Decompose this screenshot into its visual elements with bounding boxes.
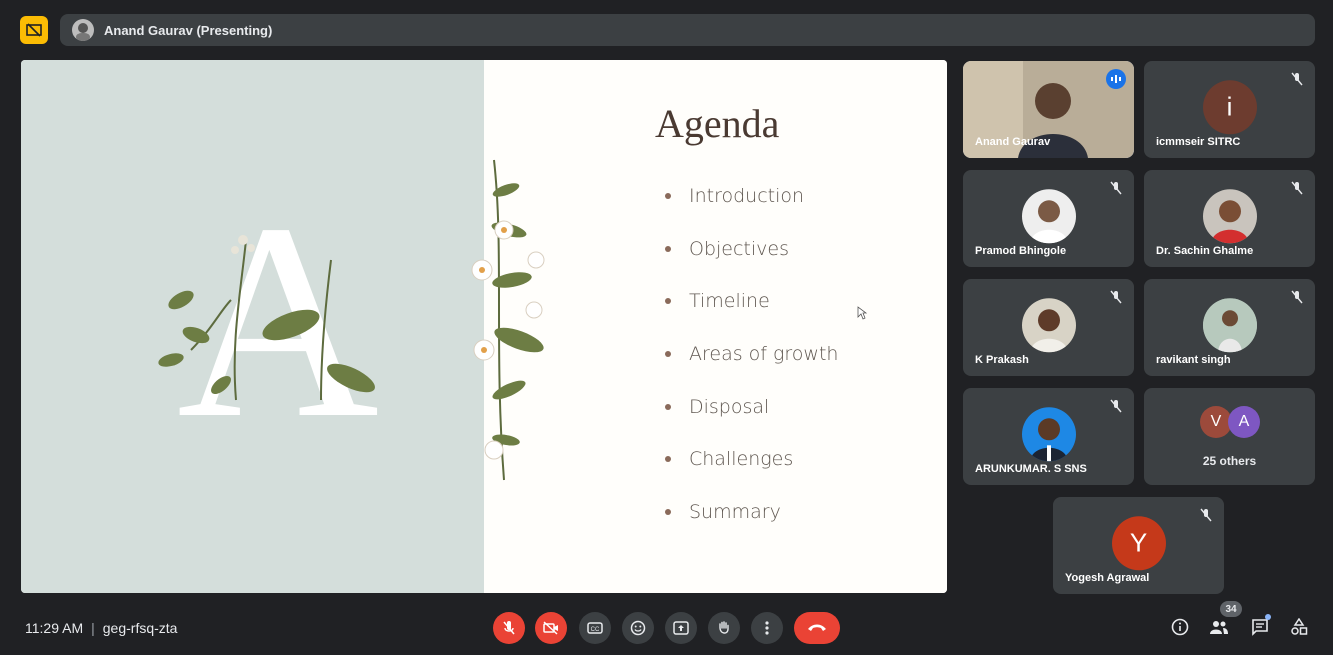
others-label: 25 others (1202, 454, 1257, 468)
speaking-indicator-icon (1106, 69, 1126, 89)
camera-toggle-button[interactable] (535, 612, 567, 644)
bottom-bar: 11:29 AM | geg-rfsq-zta CC (0, 600, 1333, 655)
separator: | (91, 620, 95, 636)
mic-off-icon (1289, 180, 1305, 196)
agenda-item: Areas of growth (665, 328, 838, 381)
people-button[interactable] (1206, 614, 1232, 640)
bullet-icon (665, 245, 671, 252)
meeting-details-button[interactable] (1167, 614, 1193, 640)
presentation-toggle-button[interactable] (20, 16, 48, 44)
presenter-label: Anand Gaurav (Presenting) (104, 22, 273, 38)
participant-name: Pramod Bhingole (975, 245, 1067, 257)
unread-dot-icon (1265, 614, 1271, 620)
mic-off-icon (1108, 180, 1124, 196)
chat-button[interactable] (1247, 614, 1273, 640)
mic-toggle-button[interactable] (493, 612, 525, 644)
leave-call-button[interactable] (794, 612, 840, 644)
participant-avatar (1021, 406, 1076, 461)
captions-button[interactable]: CC (579, 612, 611, 644)
participant-tile[interactable]: Pramod Bhingole (963, 170, 1134, 267)
bullet-icon (665, 403, 671, 410)
present-screen-button[interactable] (665, 612, 697, 644)
agenda-item: Timeline (665, 275, 838, 328)
agenda-item: Disposal (665, 380, 838, 433)
participant-count-badge: 34 (1220, 601, 1242, 617)
participant-name: Dr. Sachin Ghalme (1156, 245, 1254, 257)
participant-avatar (1021, 188, 1076, 243)
chat-icon (1252, 619, 1268, 636)
agenda-list: Introduction Objectives Timeline Areas o… (665, 170, 838, 538)
participant-tile[interactable]: i icmmseir SITRC (1144, 61, 1315, 158)
agenda-item: Summary (665, 486, 838, 539)
mic-off-icon (1108, 289, 1124, 305)
mic-off-icon (1289, 289, 1305, 305)
captions-icon: CC (587, 622, 603, 634)
bullet-icon (665, 508, 671, 515)
bullet-icon (665, 193, 671, 200)
mic-off-icon (1289, 71, 1305, 87)
more-options-button[interactable] (751, 612, 783, 644)
svg-text:CC: CC (591, 627, 600, 633)
presenter-avatar (72, 19, 94, 41)
slide-illustration-panel: A (21, 60, 484, 593)
camera-off-icon (543, 621, 558, 635)
bullet-icon (665, 298, 671, 305)
mic-off-icon (1108, 398, 1124, 414)
participant-tile[interactable]: ARUNKUMAR. S SNS (963, 388, 1134, 485)
participant-avatar: Y (1111, 515, 1166, 570)
participant-name: ARUNKUMAR. S SNS (975, 463, 1087, 475)
reactions-button[interactable] (622, 612, 654, 644)
clock: 11:29 AM (25, 620, 84, 636)
mic-off-icon (1198, 507, 1214, 523)
others-tile[interactable]: V A 25 others (1144, 388, 1315, 485)
slide-title: Agenda (655, 101, 780, 146)
other-avatar: A (1228, 406, 1260, 438)
present-icon (673, 621, 689, 635)
emoji-icon (630, 620, 646, 636)
agenda-item: Objectives (665, 223, 838, 276)
mouse-cursor-icon (857, 306, 867, 320)
stop-presenting-icon (26, 23, 42, 37)
mic-off-icon (503, 621, 515, 635)
participant-avatar (1202, 188, 1257, 243)
participant-tile[interactable]: K Prakash (963, 279, 1134, 376)
participant-name: Anand Gaurav (975, 136, 1051, 148)
activities-icon (1291, 618, 1308, 635)
top-bar: Anand Gaurav (Presenting) (0, 10, 1333, 50)
raise-hand-button[interactable] (708, 612, 740, 644)
participant-name: Yogesh Agrawal (1065, 572, 1150, 584)
participant-tile[interactable]: Y Yogesh Agrawal (1053, 497, 1224, 594)
hand-icon (719, 621, 729, 634)
participant-name: icmmseir SITRC (1156, 136, 1241, 148)
participant-tile[interactable]: ravikant singh (1144, 279, 1315, 376)
more-vert-icon (765, 621, 769, 635)
participant-name: K Prakash (975, 354, 1029, 366)
people-icon (1210, 621, 1228, 634)
participant-tile[interactable]: Anand Gaurav (963, 61, 1134, 158)
participant-avatar (1202, 297, 1257, 352)
presenter-banner: Anand Gaurav (Presenting) (60, 14, 1315, 46)
participant-avatar: i (1202, 79, 1257, 134)
agenda-item: Introduction (665, 170, 838, 223)
activities-button[interactable] (1286, 614, 1312, 640)
meeting-code: geg-rfsq-zta (102, 620, 178, 636)
meeting-details: 11:29 AM | geg-rfsq-zta (25, 620, 177, 636)
botanical-letter-illustration: A (158, 165, 379, 476)
agenda-item: Challenges (665, 433, 838, 486)
bullet-icon (665, 456, 671, 463)
presentation-slide: A Agenda Introduction Objectives Timelin… (21, 60, 947, 593)
bullet-icon (665, 351, 671, 358)
participant-name: ravikant singh (1156, 354, 1231, 366)
end-call-icon (808, 624, 826, 631)
fern-decoration (471, 159, 545, 481)
participant-avatar (1021, 297, 1076, 352)
info-icon (1171, 618, 1189, 636)
participant-tile[interactable]: Dr. Sachin Ghalme (1144, 170, 1315, 267)
